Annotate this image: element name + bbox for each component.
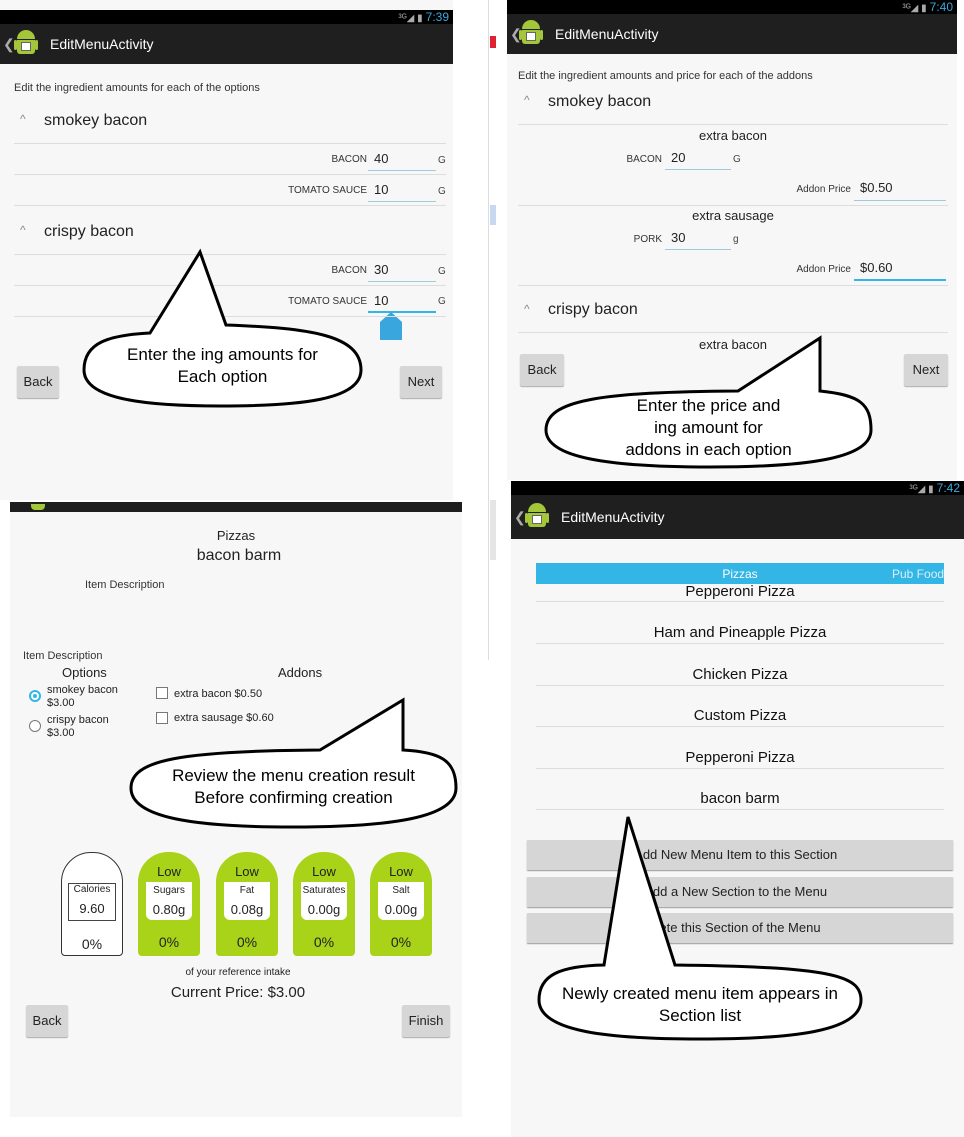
callout-text: Review the menu creation result Before c… — [172, 766, 415, 807]
callout-text: Enter the ing amounts for Each option — [127, 345, 318, 386]
callout-text: Newly created menu item appears in Secti… — [562, 984, 838, 1025]
callout-overlay — [82, 248, 873, 1041]
callout-text: Enter the price and ing amount for addon… — [625, 396, 792, 459]
